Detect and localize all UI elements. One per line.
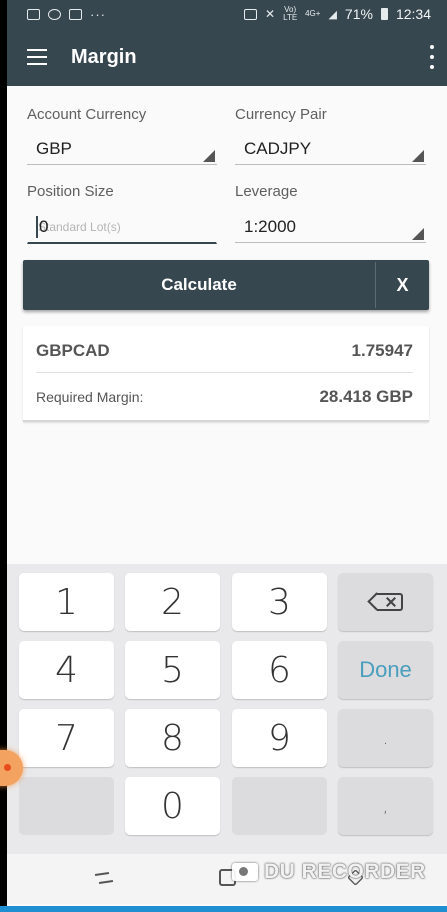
dropdown-caret-icon [412, 150, 424, 162]
status-bar: ··· ✕ Vo) LTE 4G+ ◢ 71% 12:34 [7, 0, 447, 28]
signal-icon: ◢ [328, 8, 337, 21]
dropdown-caret-icon [203, 150, 215, 162]
position-size-label: Position Size [27, 183, 114, 200]
backspace-icon [366, 592, 403, 612]
recorder-strip [0, 906, 447, 912]
mute-icon: ✕ [265, 7, 276, 21]
result-rate: 1.75947 [351, 341, 413, 360]
dropdown-caret-icon [412, 228, 424, 240]
key-1[interactable]: 1 [19, 573, 114, 631]
key-3[interactable]: 3 [232, 573, 327, 631]
position-size-value: 0 [39, 216, 49, 236]
key-2[interactable]: 2 [125, 573, 220, 631]
status-time: 12:34 [395, 6, 431, 22]
position-size-placeholder: Standard Lot(s) [38, 220, 121, 234]
leverage-select[interactable]: 1:2000 [235, 213, 426, 243]
app-bar: Margin [7, 28, 447, 86]
empty-key [19, 777, 114, 835]
leverage-label: Leverage [235, 183, 298, 200]
currency-pair-select[interactable]: CADJPY [235, 135, 426, 165]
required-margin-value: 28.418 GBP [319, 387, 413, 406]
key-0[interactable]: 0 [125, 777, 220, 835]
recent-apps-icon[interactable] [94, 870, 114, 886]
page-title: Margin [71, 45, 137, 68]
calculate-button[interactable]: Calculate [23, 260, 375, 310]
status-right: ✕ Vo) LTE 4G+ ◢ 71% 12:34 [244, 6, 431, 22]
status-left: ··· [27, 7, 106, 22]
currency-pair-value: CADJPY [244, 139, 312, 158]
account-currency-label: Account Currency [27, 106, 147, 123]
leverage-value: 1:2000 [244, 217, 296, 236]
empty-key [232, 777, 327, 835]
recorder-watermark: DU RECORDER [232, 860, 426, 884]
cast-icon [244, 8, 258, 20]
watermark-text: DU RECORDER [264, 860, 426, 883]
backspace-key[interactable] [338, 573, 433, 631]
account-currency-value: GBP [36, 139, 72, 158]
position-size-input[interactable]: Standard Lot(s) 0 [27, 210, 217, 244]
result-card: GBPCAD 1.75947 Required Margin: 28.418 G… [23, 326, 429, 422]
volte-label: Vo) LTE [283, 5, 298, 22]
card-divider [36, 372, 413, 373]
gmail-icon [27, 8, 40, 20]
calculate-bar: Calculate X [23, 260, 429, 310]
camera-icon [232, 863, 258, 881]
key-5[interactable]: 5 [125, 641, 220, 699]
currency-pair-label: Currency Pair [235, 106, 327, 123]
battery-percent: 71% [344, 6, 373, 22]
network-label: 4G+ [305, 9, 321, 18]
result-pair: GBPCAD [36, 341, 110, 360]
screen: ··· ✕ Vo) LTE 4G+ ◢ 71% 12:34 Margin Acc… [7, 0, 447, 912]
key-6[interactable]: 6 [232, 641, 327, 699]
done-key[interactable]: Done [338, 641, 433, 699]
clear-button[interactable]: X [376, 260, 429, 310]
key-7[interactable]: 7 [19, 709, 114, 767]
numeric-keyboard: 1 2 3 4 5 6 Done 7 8 9 . 0 , [7, 564, 447, 854]
more-notifications-icon: ··· [90, 6, 106, 22]
hamburger-menu-icon[interactable] [7, 28, 67, 86]
mail-icon [69, 8, 82, 20]
key-4[interactable]: 4 [19, 641, 114, 699]
required-margin-label: Required Margin: [36, 389, 144, 405]
battery-icon [380, 8, 388, 20]
account-currency-select[interactable]: GBP [27, 135, 217, 165]
key-8[interactable]: 8 [125, 709, 220, 767]
messenger-icon [48, 8, 61, 20]
period-key[interactable]: . [338, 709, 433, 767]
overflow-menu-icon[interactable] [427, 45, 437, 69]
key-9[interactable]: 9 [232, 709, 327, 767]
comma-key[interactable]: , [338, 777, 433, 835]
